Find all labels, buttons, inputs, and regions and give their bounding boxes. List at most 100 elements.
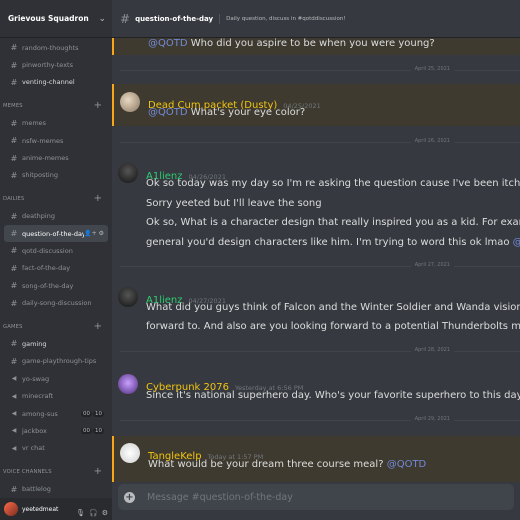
- hash-icon: #: [10, 263, 18, 273]
- sidebar-channel-item[interactable]: ◀ yo-swag: [4, 370, 108, 387]
- category-label: MEMES: [3, 102, 23, 109]
- hash-icon: #: [10, 356, 18, 366]
- add-channel-icon[interactable]: +: [94, 193, 102, 204]
- message-list[interactable]: @QOTD Who did you aspire to be when you …: [112, 38, 520, 482]
- sidebar-channel-item[interactable]: # venting-channel: [4, 74, 108, 91]
- category-label: DAILIES: [3, 195, 25, 202]
- avatar[interactable]: [4, 502, 18, 516]
- sidebar-channel-item[interactable]: # pinworthy-texts: [4, 56, 108, 73]
- channel-label: deathping: [22, 212, 55, 221]
- hash-icon: #: [10, 246, 18, 256]
- channel-label: jackbox: [22, 426, 47, 435]
- user-avatar[interactable]: [120, 443, 140, 463]
- category-label: GAMES: [3, 323, 23, 330]
- channel-title: question-of-the-day: [135, 14, 214, 23]
- hash-icon: #: [10, 136, 18, 146]
- sidebar-channel-item[interactable]: # song-of-the-day: [4, 277, 108, 294]
- voice-count-badge: 00: [81, 427, 92, 434]
- header-divider: [219, 13, 221, 24]
- channel-label: minecraft: [22, 392, 54, 401]
- hash-icon: #: [10, 484, 18, 494]
- message-group: A1lienz 04/27/2021 What did you guys think…: [112, 278, 520, 333]
- channel-label: gaming: [22, 339, 47, 348]
- speaker-icon: ◀: [11, 444, 17, 452]
- sidebar-channel-item[interactable]: # anime-memes: [4, 149, 108, 166]
- channel-label: song-of-the-day: [22, 281, 74, 290]
- date-divider: April 29, 2021: [120, 416, 520, 422]
- channel-topic: Daily question, discuss in #qotddiscussi…: [226, 15, 346, 22]
- microphone-icon[interactable]: 🎙: [76, 509, 85, 517]
- message-continuation: @QOTD Who did you aspire to be when you …: [112, 38, 520, 55]
- sidebar-channel-item[interactable]: # gaming: [4, 335, 108, 352]
- hash-icon: #: [10, 153, 18, 163]
- channel-sidebar: Grievous Squadron ⌄ # random-thoughts # pin…: [0, 0, 112, 520]
- sidebar-channel-item[interactable]: ◀ minecraft: [4, 387, 108, 404]
- server-header[interactable]: Grievous Squadron ⌄: [0, 0, 112, 38]
- channel-label: venting-channel: [22, 78, 75, 87]
- sidebar-channel-item[interactable]: ◀ vr chat: [4, 440, 108, 457]
- user-mention[interactable]: @QOTD: [148, 107, 188, 118]
- message-text: Sorry yeeted but I'll leave the song: [146, 198, 322, 209]
- user-avatar[interactable]: [118, 163, 138, 183]
- chevron-down-icon[interactable]: ⌄: [98, 14, 106, 24]
- sidebar-channel-item[interactable]: # battlelog: [4, 480, 108, 497]
- add-channel-icon[interactable]: +: [94, 100, 102, 111]
- message-composer: +: [118, 484, 514, 510]
- sidebar-channel-item[interactable]: ◀ jackbox 00 10: [4, 422, 108, 439]
- message-text-segment: Ok so, What is a character design that r…: [146, 217, 520, 228]
- sidebar-channel-item[interactable]: # daily-song-discussion: [4, 294, 108, 311]
- message-input[interactable]: [145, 490, 489, 504]
- divider-date: April 26, 2021: [410, 138, 454, 144]
- add-attachment-button[interactable]: +: [124, 491, 135, 503]
- category-header[interactable]: GAMES +: [0, 318, 112, 335]
- channel-label: question-of-the-day: [22, 229, 85, 238]
- sidebar-channel-item[interactable]: # deathping: [4, 208, 108, 225]
- add-channel-icon[interactable]: +: [94, 321, 102, 332]
- divider-date: April 25, 2021: [410, 66, 454, 72]
- channel-list: # random-thoughts # pinworthy-texts # venting…: [0, 38, 112, 520]
- message-text-segment: What's your eye color?: [187, 107, 306, 118]
- user-mention[interactable]: @QOTD: [148, 38, 188, 49]
- category-header[interactable]: VOICE CHANNELS +: [0, 463, 112, 480]
- sidebar-channel-item[interactable]: # qotd-discussion: [4, 242, 108, 259]
- channel-label: daily-song-discussion: [22, 299, 92, 308]
- sidebar-channel-item[interactable]: # nsfw-memes: [4, 132, 108, 149]
- hash-icon: #: [120, 11, 131, 26]
- message-text-segment: What did you guys think of Falcon and th…: [146, 302, 520, 313]
- channel-label: random-thoughts: [22, 43, 79, 52]
- channel-label: anime-memes: [22, 154, 69, 163]
- user-avatar[interactable]: [120, 92, 140, 112]
- channel-label: memes: [22, 119, 47, 128]
- date-divider: April 28, 2021: [120, 347, 520, 353]
- channel-label: yo-swag: [22, 374, 50, 383]
- hash-icon: #: [10, 77, 18, 87]
- sidebar-channel-item[interactable]: # shitposting: [4, 167, 108, 184]
- user-mention[interactable]: @QOT: [513, 237, 520, 248]
- headphones-icon[interactable]: 🎧: [89, 509, 98, 517]
- message-text: general you'd design characters like him…: [146, 237, 520, 248]
- category-header[interactable]: MEMES +: [0, 97, 112, 114]
- user-mention[interactable]: @QOTD: [387, 459, 427, 470]
- sidebar-channel-item[interactable]: # random-thoughts: [4, 39, 108, 56]
- message-text: Ok so, What is a character design that r…: [146, 217, 520, 228]
- voice-limit-badge: 10: [93, 410, 104, 417]
- message-text-segment: Ok so today was my day so I'm re asking …: [146, 178, 520, 189]
- divider-date: April 27, 2021: [410, 262, 454, 268]
- voice-count-badge: 00: [81, 410, 92, 417]
- category-header[interactable]: DAILIES +: [0, 190, 112, 207]
- sidebar-channel-item[interactable]: # memes: [4, 115, 108, 132]
- message-group: A1lienz 04/26/2021 Ok so today was my day …: [112, 155, 520, 259]
- user-avatar[interactable]: [118, 374, 138, 394]
- sidebar-channel-item[interactable]: # question-of-the-day 👤+ ⚙: [4, 224, 108, 243]
- sidebar-channel-item[interactable]: ◀ among-sus 00 10: [4, 405, 108, 422]
- message-text-segment: general you'd design characters like him…: [146, 236, 513, 248]
- voice-limit-badge: 10: [93, 427, 104, 434]
- sidebar-channel-item[interactable]: # game-playthrough-tips: [4, 353, 108, 370]
- add-channel-icon[interactable]: +: [94, 466, 102, 477]
- sidebar-channel-item[interactable]: # fact-of-the-day: [4, 260, 108, 277]
- gear-icon[interactable]: ⚙: [102, 509, 108, 517]
- user-avatar[interactable]: [118, 287, 138, 307]
- message-text: What would be your dream three course me…: [148, 459, 426, 470]
- channel-settings-icons[interactable]: 👤+ ⚙: [84, 230, 104, 237]
- hash-icon: #: [10, 43, 18, 53]
